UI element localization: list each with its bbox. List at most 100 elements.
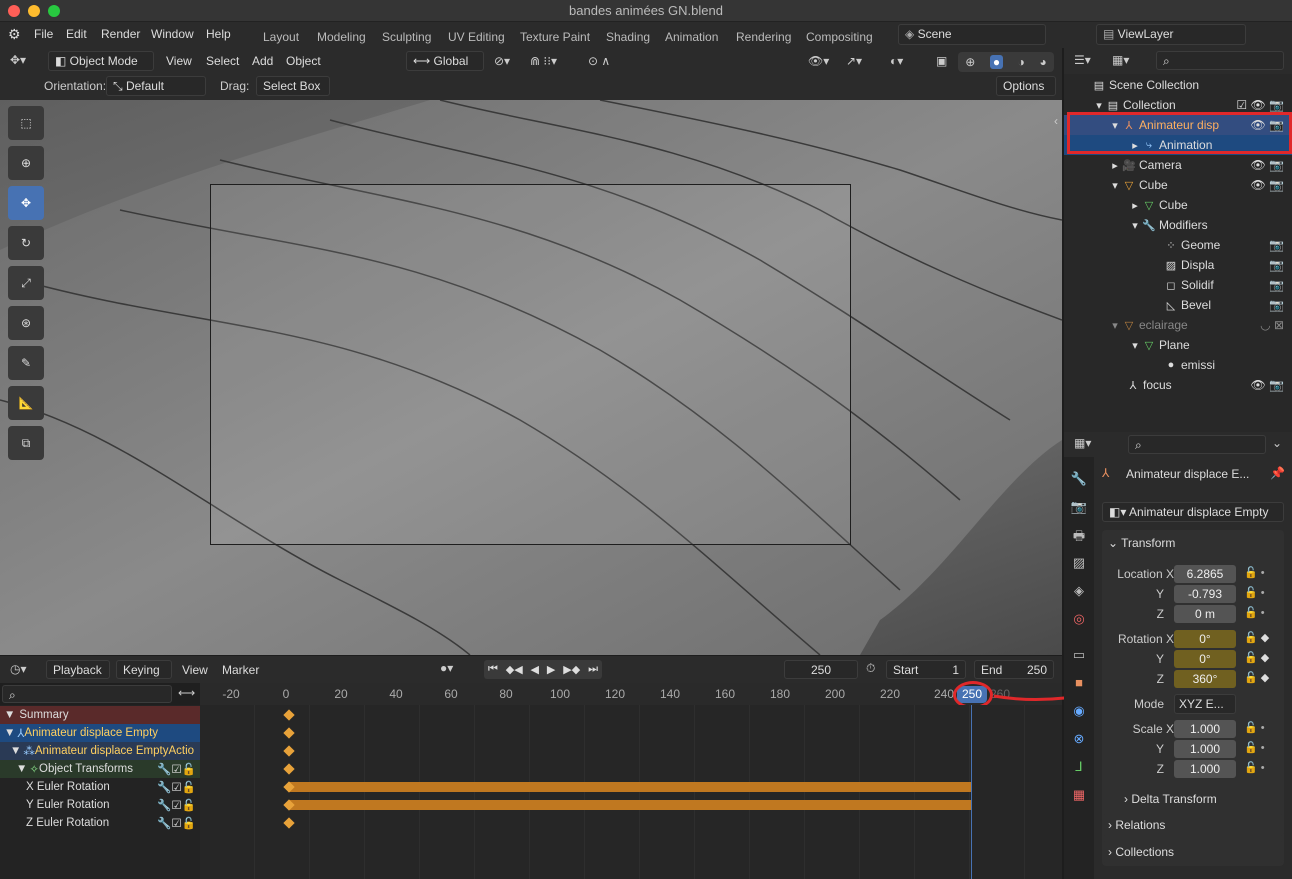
- editor-type-icon[interactable]: ✥▾: [10, 53, 26, 67]
- row-toggles[interactable]: 📷: [1269, 238, 1284, 252]
- gizmo-icon[interactable]: ↗▾: [846, 54, 862, 68]
- timeline-editor-type-icon[interactable]: ◷▾: [10, 662, 27, 676]
- tab-shading[interactable]: Shading: [606, 30, 650, 44]
- timeline-menu-marker[interactable]: Marker: [222, 663, 259, 677]
- lock-icon[interactable]: 🔓 •: [1244, 606, 1265, 619]
- scene-selector[interactable]: ◈ Scene: [898, 24, 1046, 45]
- keyframe-diamond-icon[interactable]: 🔓 ◆: [1244, 671, 1269, 684]
- keyframe-area[interactable]: [200, 705, 1062, 879]
- lock-icon[interactable]: 🔓 •: [1244, 586, 1265, 599]
- annotate-icon[interactable]: ✎: [8, 346, 44, 380]
- 3d-viewport[interactable]: ⬚ ⊕ ✥ ↻ ⤢ ⊛ ✎ 📐 ⧉ ‹: [0, 100, 1062, 655]
- keyframe[interactable]: [283, 727, 295, 739]
- current-frame-field[interactable]: 250: [784, 660, 858, 679]
- outliner-row[interactable]: ▾ ▽ Plane: [1064, 335, 1292, 355]
- rendered-shading-icon[interactable]: ◕: [1039, 55, 1046, 69]
- orientation-default-selector[interactable]: ⤡ Default: [106, 76, 206, 96]
- keyframe[interactable]: [283, 817, 295, 829]
- relations-section[interactable]: › Relations: [1102, 814, 1284, 836]
- drag-selector[interactable]: Select Box: [256, 76, 330, 96]
- keying-menu[interactable]: Keying: [116, 660, 172, 679]
- channel-fcurve[interactable]: X Euler Rotation 🔧☑🔓: [0, 778, 200, 796]
- menu-window[interactable]: Window: [151, 27, 194, 41]
- tab-modeling[interactable]: Modeling: [317, 30, 366, 44]
- tool-tab-icon[interactable]: 🔧: [1069, 471, 1089, 491]
- channel-toggles[interactable]: 🔧☑🔓: [157, 816, 196, 830]
- blender-logo-icon[interactable]: ⚙: [8, 26, 21, 43]
- lock-icon[interactable]: 🔓 •: [1244, 761, 1265, 774]
- rotation-x-field[interactable]: 0°: [1174, 630, 1236, 648]
- collapse-arrow-icon[interactable]: ▾: [1092, 99, 1106, 112]
- channel-fcurve[interactable]: Z Euler Rotation 🔧☑🔓: [0, 814, 200, 832]
- transform-panel-header[interactable]: ⌄ Transform: [1108, 536, 1175, 550]
- outliner-row[interactable]: ▾ ▽ Cube 👁 📷: [1064, 175, 1292, 195]
- pin-icon[interactable]: 📌: [1270, 466, 1285, 480]
- options-button[interactable]: Options: [996, 76, 1056, 96]
- channel-group[interactable]: ▼ ✧ Object Transforms 🔧☑🔓: [0, 760, 200, 778]
- keyframe-diamond-icon[interactable]: 🔓 ◆: [1244, 651, 1269, 664]
- material-shading-icon[interactable]: ◑: [1018, 55, 1025, 69]
- chevron-down-icon[interactable]: ⌄: [1272, 436, 1282, 450]
- outliner-row[interactable]: ▸ 🎥 Camera 👁 📷: [1064, 155, 1292, 175]
- row-toggles[interactable]: 📷: [1269, 298, 1284, 312]
- keyframe[interactable]: [283, 763, 295, 775]
- keyframe-diamond-icon[interactable]: 🔓 ◆: [1244, 631, 1269, 644]
- collapse-arrow-icon[interactable]: ▼: [4, 709, 15, 721]
- jump-start-icon[interactable]: ⏮: [488, 663, 498, 676]
- output-tab-icon[interactable]: 🖶: [1069, 527, 1089, 547]
- texture-tab-icon[interactable]: ▦: [1069, 787, 1089, 807]
- outliner-row[interactable]: ◻ Solidif 📷: [1064, 275, 1292, 295]
- play-reverse-icon[interactable]: ◀: [531, 663, 539, 676]
- tab-animation[interactable]: Animation: [665, 30, 718, 44]
- row-toggles[interactable]: 📷: [1269, 278, 1284, 292]
- lock-icon[interactable]: 🔓 •: [1244, 566, 1265, 579]
- outliner-row[interactable]: ▾ ▽ eclairage ◡ ⊠: [1064, 315, 1292, 335]
- pivot-icon[interactable]: ⊘▾: [494, 54, 510, 68]
- play-icon[interactable]: ▶: [547, 663, 555, 676]
- row-toggles[interactable]: 👁 📷: [1250, 178, 1284, 192]
- rotate-icon[interactable]: ↻: [8, 226, 44, 260]
- rotation-z-field[interactable]: 360°: [1174, 670, 1236, 688]
- row-toggles[interactable]: 📷: [1269, 258, 1284, 272]
- view-layer-tab-icon[interactable]: ▨: [1069, 555, 1089, 575]
- menu-help[interactable]: Help: [206, 27, 231, 41]
- expand-arrow-icon[interactable]: ▸: [1108, 159, 1122, 172]
- collapse-arrow-icon[interactable]: ▼: [16, 763, 27, 775]
- location-x-field[interactable]: 6.2865: [1174, 565, 1236, 583]
- rotation-mode-selector[interactable]: XYZ E...: [1174, 694, 1236, 714]
- outliner-row[interactable]: ⅄ focus 👁 📷: [1064, 375, 1292, 395]
- solid-shading-icon[interactable]: ●: [989, 55, 1004, 69]
- channel-summary[interactable]: ▼ Summary: [0, 706, 200, 724]
- row-toggles[interactable]: ◡ ⊠: [1260, 318, 1284, 332]
- timeline-menu-view[interactable]: View: [182, 663, 208, 677]
- channel-toggles[interactable]: 🔧☑🔓: [157, 762, 196, 776]
- tab-compositing[interactable]: Compositing: [806, 30, 873, 44]
- keyframe[interactable]: [283, 709, 295, 721]
- channel-action[interactable]: ▼ ⁂ Animateur displace EmptyActio: [0, 742, 200, 760]
- render-tab-icon[interactable]: 📷: [1069, 499, 1089, 519]
- frame-ruler[interactable]: -20 0 20 40 60 80 100 120 140 160 180 20…: [200, 681, 1062, 709]
- playback-menu[interactable]: Playback: [46, 660, 110, 679]
- viewport-menu-add[interactable]: Add: [252, 54, 273, 68]
- row-toggles[interactable]: 👁 📷: [1250, 158, 1284, 172]
- scene-tab-icon[interactable]: ◈: [1069, 583, 1089, 603]
- scale-icon[interactable]: ⤢: [8, 266, 44, 300]
- world-tab-icon[interactable]: ◎: [1069, 611, 1089, 631]
- start-frame-field[interactable]: Start 1: [886, 660, 966, 679]
- jump-end-icon[interactable]: ⏭: [588, 663, 598, 676]
- menu-file[interactable]: File: [34, 27, 53, 41]
- properties-search-input[interactable]: ⌕: [1128, 435, 1266, 454]
- transform-orientation-selector[interactable]: ⟷ Global: [406, 51, 484, 71]
- sidebar-toggle-icon[interactable]: ‹: [1054, 114, 1058, 128]
- add-cube-icon[interactable]: ⧉: [8, 426, 44, 460]
- menu-render[interactable]: Render: [101, 27, 140, 41]
- viewport-menu-view[interactable]: View: [166, 54, 192, 68]
- next-keyframe-icon[interactable]: ▶◆: [563, 663, 580, 676]
- lock-icon[interactable]: 🔓 •: [1244, 721, 1265, 734]
- outliner-row[interactable]: ⁘ Geome 📷: [1064, 235, 1292, 255]
- playhead-line[interactable]: [971, 705, 972, 879]
- outliner-row[interactable]: ▨ Displa 📷: [1064, 255, 1292, 275]
- stopwatch-icon[interactable]: ⏱: [866, 661, 875, 676]
- collapse-arrow-icon[interactable]: ▼: [4, 727, 15, 739]
- collapse-arrow-icon[interactable]: ▾: [1108, 319, 1122, 332]
